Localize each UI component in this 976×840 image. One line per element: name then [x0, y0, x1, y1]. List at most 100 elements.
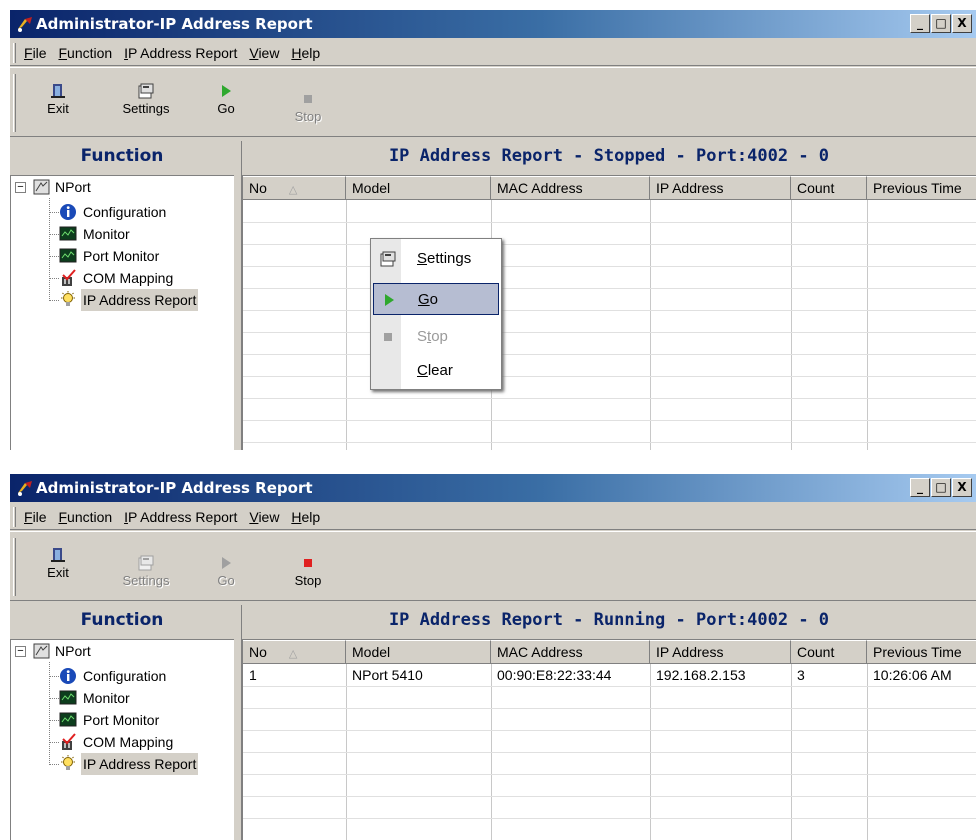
report-grid: No △ Model MAC Address IP Address Count P… — [242, 639, 976, 840]
sort-ascending-icon: △ — [288, 648, 298, 660]
window-title: Administrator-IP Address Report — [36, 15, 313, 33]
stop-icon — [384, 333, 392, 341]
context-menu-settings[interactable]: Settings — [373, 243, 499, 275]
menu-bar: File Function IP Address Report View Hel… — [10, 40, 976, 66]
exit-icon — [51, 84, 65, 98]
selected-tree-label: IP Address Report — [81, 289, 199, 311]
tree-item-configuration[interactable]: Configuration — [11, 201, 231, 223]
function-header: Function — [80, 146, 164, 166]
info-icon — [60, 668, 76, 684]
toolbar: Exit Settings Go Stop — [10, 67, 976, 137]
context-menu-stop[interactable]: Stop — [373, 321, 499, 353]
column-header-model[interactable]: Model — [346, 640, 491, 664]
play-icon — [385, 294, 394, 306]
report-status-title: IP Address Report - Running - Port:4002 … — [388, 610, 830, 630]
monitor-icon — [59, 226, 77, 241]
go-button[interactable]: Go — [196, 554, 256, 604]
tree-item-ip-address-report[interactable]: IP Address Report — [11, 289, 231, 311]
minimize-button[interactable]: _ — [910, 14, 930, 33]
function-pane: Function − NPort Configuration Monitor P… — [10, 605, 234, 840]
column-header-count[interactable]: Count — [791, 640, 867, 664]
minimize-button[interactable]: _ — [910, 478, 930, 497]
collapse-icon[interactable]: − — [15, 182, 26, 193]
close-button[interactable]: X — [952, 14, 972, 33]
column-header-mac-address[interactable]: MAC Address — [491, 640, 650, 664]
function-pane: Function − NPort Configuration Monitor P… — [10, 141, 234, 450]
toolbar-grip[interactable] — [13, 74, 16, 132]
cell-ip-address: 192.168.2.153 — [656, 667, 746, 683]
settings-button[interactable]: Settings — [116, 554, 176, 604]
function-tree: − NPort Configuration Monitor Port Monit… — [10, 639, 234, 840]
menu-file[interactable]: File — [24, 509, 47, 525]
column-header-count[interactable]: Count — [791, 176, 867, 200]
tree-item-configuration[interactable]: Configuration — [11, 665, 231, 687]
nport-device-icon — [33, 643, 50, 659]
window-title: Administrator-IP Address Report — [36, 479, 313, 497]
tree-item-monitor[interactable]: Monitor — [11, 223, 231, 245]
report-grid: No △ Model MAC Address IP Address Count P… — [242, 175, 976, 450]
menu-help[interactable]: Help — [291, 509, 320, 525]
toolbar-grip[interactable] — [13, 538, 16, 596]
close-button[interactable]: X — [952, 478, 972, 497]
title-bar[interactable]: Administrator-IP Address Report _ □ X — [10, 10, 976, 38]
column-header-no[interactable]: No △ — [243, 640, 346, 664]
context-menu-clear[interactable]: Clear — [373, 355, 499, 387]
report-status-title: IP Address Report - Stopped - Port:4002 … — [388, 146, 830, 166]
title-bar[interactable]: Administrator-IP Address Report _ □ X — [10, 474, 976, 502]
settings-button[interactable]: Settings — [116, 82, 176, 132]
column-header-mac-address[interactable]: MAC Address — [491, 176, 650, 200]
stop-icon — [304, 559, 312, 567]
maximize-button[interactable]: □ — [931, 478, 951, 497]
menu-bar: File Function IP Address Report View Hel… — [10, 504, 976, 530]
column-header-no[interactable]: No △ — [243, 176, 346, 200]
tree-item-nport[interactable]: − NPort — [11, 176, 231, 198]
exit-icon — [51, 548, 65, 562]
column-header-model[interactable]: Model — [346, 176, 491, 200]
tree-item-port-monitor[interactable]: Port Monitor — [11, 709, 231, 731]
port-monitor-icon — [59, 712, 77, 727]
menu-grip[interactable] — [13, 507, 16, 527]
cell-previous-time: 10:26:06 AM — [873, 667, 952, 683]
menu-view[interactable]: View — [249, 509, 279, 525]
maximize-button[interactable]: □ — [931, 14, 951, 33]
menu-grip[interactable] — [13, 43, 16, 63]
info-icon — [60, 204, 76, 220]
context-menu: Settings Go Stop Clear — [370, 238, 502, 390]
exit-button[interactable]: Exit — [28, 546, 88, 596]
menu-ip-address-report[interactable]: IP Address Report — [124, 509, 237, 525]
tree-item-nport[interactable]: − NPort — [11, 640, 231, 662]
tree-item-ip-address-report[interactable]: IP Address Report — [11, 753, 231, 775]
menu-ip-address-report[interactable]: IP Address Report — [124, 45, 237, 61]
menu-function[interactable]: Function — [58, 509, 112, 525]
play-icon — [222, 557, 231, 569]
pane-splitter[interactable] — [234, 605, 242, 840]
go-button[interactable]: Go — [196, 82, 256, 132]
pane-splitter[interactable] — [234, 141, 242, 450]
lightbulb-icon — [61, 291, 75, 306]
port-monitor-icon — [59, 248, 77, 263]
stop-button[interactable]: Stop — [278, 554, 338, 604]
tree-item-port-monitor[interactable]: Port Monitor — [11, 245, 231, 267]
menu-view[interactable]: View — [249, 45, 279, 61]
column-header-previous-time[interactable]: Previous Time — [867, 640, 976, 664]
menu-file[interactable]: File — [24, 45, 47, 61]
column-header-previous-time[interactable]: Previous Time — [867, 176, 976, 200]
stop-button[interactable]: Stop — [278, 90, 338, 140]
selected-tree-label: IP Address Report — [81, 753, 199, 775]
report-pane: IP Address Report - Stopped - Port:4002 … — [242, 141, 976, 450]
context-menu-go[interactable]: Go — [373, 283, 499, 315]
tree-item-monitor[interactable]: Monitor — [11, 687, 231, 709]
sort-ascending-icon: △ — [288, 184, 298, 196]
tree-item-com-mapping[interactable]: COM Mapping — [11, 731, 231, 753]
exit-button[interactable]: Exit — [28, 82, 88, 132]
tree-item-com-mapping[interactable]: COM Mapping — [11, 267, 231, 289]
settings-icon — [380, 251, 396, 267]
nport-device-icon — [33, 179, 50, 195]
app-icon — [18, 481, 32, 496]
menu-function[interactable]: Function — [58, 45, 112, 61]
collapse-icon[interactable]: − — [15, 646, 26, 657]
column-header-ip-address[interactable]: IP Address — [650, 176, 791, 200]
column-header-ip-address[interactable]: IP Address — [650, 640, 791, 664]
menu-help[interactable]: Help — [291, 45, 320, 61]
cell-count: 3 — [797, 667, 805, 683]
